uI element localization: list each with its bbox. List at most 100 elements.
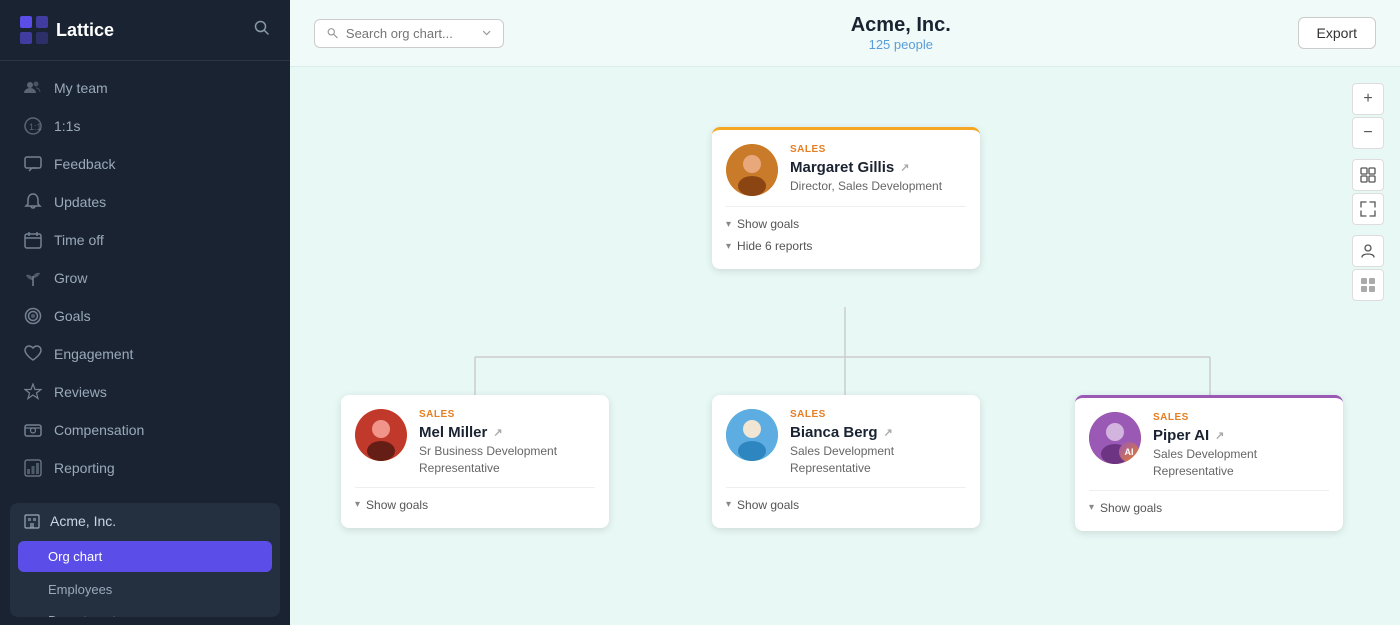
chart-icon (24, 459, 42, 477)
building-icon (24, 513, 40, 529)
sidebar-item-reviews[interactable]: Reviews (0, 373, 290, 411)
sidebar-item-engagement[interactable]: Engagement (0, 335, 290, 373)
root-card-info: SALES Margaret Gillis ↗ Director, Sales … (790, 144, 966, 195)
mel-dept-label: SALES (419, 409, 595, 420)
search-icon (254, 20, 270, 36)
zoom-in-button[interactable]: + (1352, 83, 1384, 115)
fit-icon (1360, 167, 1376, 183)
person-view-button[interactable] (1352, 235, 1384, 267)
main-content: Acme, Inc. 125 people Export (290, 0, 1400, 625)
sidebar-item-compensation-label: Compensation (54, 422, 144, 438)
grid-view-button[interactable] (1352, 269, 1384, 301)
bianca-card-actions: ▾ Show goals (726, 487, 966, 514)
search-input[interactable] (346, 26, 474, 41)
bianca-goals-chevron: ▾ (726, 499, 731, 510)
card-inner-mel: SALES Mel Miller ↗ Sr Business Developme… (355, 409, 595, 477)
sidebar-item-updates[interactable]: Updates (0, 183, 290, 221)
avatar-mel-img (355, 409, 407, 461)
search-box[interactable] (314, 19, 504, 48)
bianca-external-link-icon[interactable]: ↗ (884, 426, 893, 439)
sidebar: Lattice My team 1:1 1:1s Feedback Update… (0, 0, 290, 625)
mel-person-title: Sr Business Development Representative (419, 443, 595, 477)
export-button[interactable]: Export (1298, 17, 1376, 49)
avatar-margaret-img (726, 144, 778, 196)
people-icon (24, 79, 42, 97)
compensation-icon (24, 421, 42, 439)
sidebar-item-1on1s[interactable]: 1:1 1:1s (0, 107, 290, 145)
expand-button[interactable] (1352, 193, 1384, 225)
sub-nav-item-org-chart[interactable]: Org chart (18, 541, 272, 572)
sub-nav-item-departments[interactable]: Departments (10, 605, 280, 617)
people-count: 125 people (504, 37, 1298, 52)
sidebar-item-reporting-label: Reporting (54, 460, 115, 476)
avatar-piper: AI (1089, 412, 1141, 464)
sub-nav-item-employees[interactable]: Employees (10, 574, 280, 605)
sidebar-item-time-off[interactable]: Time off (0, 221, 290, 259)
piper-goals-chevron: ▾ (1089, 502, 1094, 513)
org-canvas: SALES Margaret Gillis ↗ Director, Sales … (290, 67, 1400, 625)
bianca-person-name: Bianca Berg ↗ (790, 424, 966, 441)
message-icon (24, 155, 42, 173)
zoom-controls: + − (1352, 83, 1384, 301)
mel-external-link-icon[interactable]: ↗ (493, 426, 502, 439)
main-header: Acme, Inc. 125 people Export (290, 0, 1400, 67)
sub-nav-org-chart-label: Org chart (48, 549, 102, 564)
svg-text:1:1: 1:1 (29, 122, 42, 132)
sub-nav-header[interactable]: Acme, Inc. (10, 503, 280, 539)
mel-show-goals-btn[interactable]: ▾ Show goals (355, 496, 595, 514)
sidebar-item-1on1s-label: 1:1s (54, 118, 80, 134)
sidebar-item-grow-label: Grow (54, 270, 87, 286)
sidebar-item-feedback[interactable]: Feedback (0, 145, 290, 183)
sidebar-header: Lattice (0, 0, 290, 61)
child-card-mel: SALES Mel Miller ↗ Sr Business Developme… (341, 395, 609, 528)
zoom-divider (1352, 151, 1384, 157)
piper-dept-label: SALES (1153, 412, 1329, 423)
grid-icon (1360, 277, 1376, 293)
sidebar-item-feedback-label: Feedback (54, 156, 115, 172)
avatar-bianca (726, 409, 778, 461)
global-search-button[interactable] (254, 20, 270, 41)
root-hide-reports-btn[interactable]: ▾ Hide 6 reports (726, 237, 966, 255)
fit-view-button[interactable] (1352, 159, 1384, 191)
card-inner-piper: AI SALES Piper AI ↗ Sales Development Re… (1089, 412, 1329, 480)
bianca-show-goals-btn[interactable]: ▾ Show goals (726, 496, 966, 514)
lattice-logo-icon (20, 16, 48, 44)
root-dept-label: SALES (790, 144, 966, 155)
star-icon (24, 383, 42, 401)
app-name: Lattice (56, 20, 114, 41)
bell-icon (24, 193, 42, 211)
sidebar-item-engagement-label: Engagement (54, 346, 133, 362)
bianca-dept-label: SALES (790, 409, 966, 420)
root-person-name: Margaret Gillis ↗ (790, 159, 966, 176)
sidebar-item-reporting[interactable]: Reporting (0, 449, 290, 487)
calendar-icon (24, 231, 42, 249)
sidebar-item-grow[interactable]: Grow (0, 259, 290, 297)
root-show-goals-btn[interactable]: ▾ Show goals (726, 215, 966, 233)
sidebar-item-compensation[interactable]: Compensation (0, 411, 290, 449)
sidebar-item-time-off-label: Time off (54, 232, 104, 248)
child-card-piper: AI SALES Piper AI ↗ Sales Development Re… (1075, 395, 1343, 531)
sub-nav-title: Acme, Inc. (50, 513, 116, 529)
zoom-out-button[interactable]: − (1352, 117, 1384, 149)
nav-list: My team 1:1 1:1s Feedback Updates Time o… (0, 61, 290, 495)
avatar-bianca-img (726, 409, 778, 461)
mel-goals-chevron: ▾ (355, 499, 360, 510)
sidebar-item-updates-label: Updates (54, 194, 106, 210)
child-card-bianca: SALES Bianca Berg ↗ Sales Development Re… (712, 395, 980, 528)
sidebar-item-goals-label: Goals (54, 308, 91, 324)
sidebar-item-my-team[interactable]: My team (0, 69, 290, 107)
hide-reports-chevron: ▾ (726, 241, 731, 252)
card-inner-root: SALES Margaret Gillis ↗ Director, Sales … (726, 144, 966, 196)
root-external-link-icon[interactable]: ↗ (900, 161, 909, 174)
heart-icon (24, 345, 42, 363)
piper-external-link-icon[interactable]: ↗ (1215, 429, 1224, 442)
sprout-icon (24, 269, 42, 287)
person-view-icon (1360, 243, 1376, 259)
sidebar-item-reviews-label: Reviews (54, 384, 107, 400)
target-icon (24, 307, 42, 325)
piper-show-goals-btn[interactable]: ▾ Show goals (1089, 499, 1329, 517)
org-title: Acme, Inc. 125 people (504, 14, 1298, 52)
card-inner-bianca: SALES Bianca Berg ↗ Sales Development Re… (726, 409, 966, 477)
sidebar-item-goals[interactable]: Goals (0, 297, 290, 335)
sidebar-item-my-team-label: My team (54, 80, 108, 96)
